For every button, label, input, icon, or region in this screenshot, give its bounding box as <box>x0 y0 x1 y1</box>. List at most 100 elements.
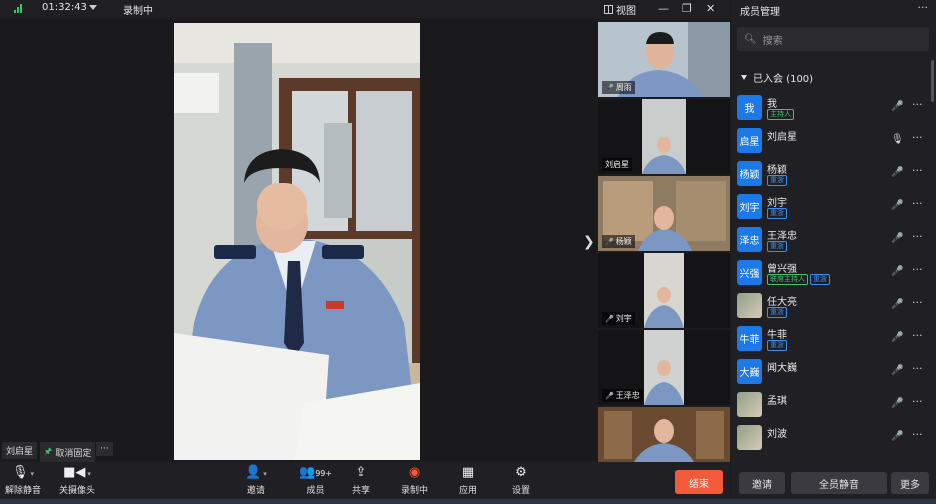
mic-muted-icon[interactable]: 🎤 <box>891 266 903 277</box>
panel-invite-button[interactable]: 邀请 <box>739 472 785 494</box>
member-badges: 重浙 <box>767 340 787 351</box>
mic-muted-icon: 🎤 <box>605 237 614 246</box>
member-badges: 重浙 <box>767 208 787 219</box>
invite-button[interactable]: 👤 ▾ 邀请 <box>245 465 267 496</box>
panel-title: 成员管理 <box>740 7 780 18</box>
member-row[interactable]: 刘宇 刘宇 重浙 🎤 ··· <box>737 192 929 222</box>
role-badge: 重浙 <box>810 274 830 285</box>
member-more-button[interactable]: ··· <box>912 131 923 144</box>
restore-window-icon[interactable]: ❐ <box>682 2 692 15</box>
recording-status[interactable]: 录制中 <box>123 2 153 17</box>
member-row[interactable]: 大巍 闻大巍 🎤 ··· <box>737 357 929 387</box>
member-search-input[interactable]: 🔍︎ 搜索 <box>737 27 929 51</box>
panel-more-options-button[interactable]: 更多 <box>891 472 929 494</box>
role-badge: 重浙 <box>767 307 787 318</box>
gear-icon: ⚙ <box>515 465 527 480</box>
tile-name-tag: 🎤 王泽忠 <box>602 389 643 402</box>
role-badge: 重浙 <box>767 208 787 219</box>
member-more-button[interactable]: ··· <box>912 362 923 375</box>
role-badge: 重浙 <box>767 175 787 186</box>
mic-muted-icon[interactable]: 🎤 <box>891 200 903 211</box>
unmute-button[interactable]: 🎙 ▾ 解除静音 <box>5 465 41 496</box>
member-more-button[interactable]: ··· <box>912 164 923 177</box>
mic-icon[interactable]: 🎙 <box>891 134 904 145</box>
member-row[interactable]: 孟琪 🎤 ··· <box>737 390 929 420</box>
caret-down-icon <box>741 75 747 80</box>
panel-more-button[interactable]: ··· <box>918 1 929 14</box>
camera-off-button[interactable]: ■◀ ▾ 关摄像头 <box>59 465 95 496</box>
mic-muted-icon[interactable]: 🎤 <box>891 167 903 178</box>
settings-button[interactable]: ⚙ 设置 <box>512 465 530 496</box>
avatar: 启星 <box>737 128 762 153</box>
minimize-icon[interactable]: — <box>658 2 669 15</box>
share-button[interactable]: ⇪ 共享 <box>352 465 370 496</box>
member-more-button[interactable]: ··· <box>912 428 923 441</box>
member-more-button[interactable]: ··· <box>912 329 923 342</box>
mic-muted-icon[interactable]: 🎤 <box>891 299 903 310</box>
member-list-scrollbar[interactable] <box>931 60 934 102</box>
grid-view-icon <box>604 5 613 14</box>
member-name: 刘波 <box>767 429 787 440</box>
video-tile[interactable]: 🎤 周雨 <box>598 22 730 97</box>
mic-muted-icon[interactable]: 🎤 <box>891 332 903 343</box>
member-more-button[interactable]: ··· <box>912 98 923 111</box>
member-badges: 主持人 <box>767 109 794 120</box>
member-row[interactable]: 牛菲 牛菲 重浙 🎤 ··· <box>737 324 929 354</box>
members-button[interactable]: 👥99+ 成员 <box>299 465 332 496</box>
member-name: 我 <box>767 99 777 110</box>
video-tile[interactable]: 🎤 杨颖 <box>598 176 730 251</box>
view-label: 视图 <box>616 6 636 17</box>
member-name: 王泽忠 <box>767 231 797 242</box>
mic-muted-icon[interactable]: 🎤 <box>891 233 903 244</box>
member-badges: 重浙 <box>767 307 787 318</box>
stage-more-button[interactable]: ··· <box>96 442 113 456</box>
member-row[interactable]: 杨颖 杨颖 重浙 🎤 ··· <box>737 159 929 189</box>
main-video-feed[interactable] <box>174 23 420 460</box>
member-name: 孟琪 <box>767 396 787 407</box>
chevron-right-icon[interactable]: ❯ <box>583 234 595 250</box>
end-meeting-button[interactable]: 结束 <box>675 470 723 494</box>
search-placeholder: 搜索 <box>762 35 783 47</box>
joined-group-header[interactable]: 已入会 (100) <box>741 70 813 85</box>
member-row[interactable]: 我我主持人 🎤 ··· <box>737 93 929 123</box>
avatar: 牛菲 <box>737 326 762 351</box>
video-tile[interactable]: 🎤 王泽忠 <box>598 330 730 405</box>
camera-icon: ■◀ ▾ <box>63 465 91 480</box>
member-more-button[interactable]: ··· <box>912 230 923 243</box>
member-row[interactable]: 泽忠 王泽忠 重浙 🎤 ··· <box>737 225 929 255</box>
apps-button[interactable]: ▦ 应用 <box>459 465 477 496</box>
mic-muted-icon[interactable]: 🎤 <box>891 431 903 442</box>
avatar <box>737 425 762 450</box>
member-row[interactable]: 刘波 🎤 ··· <box>737 423 929 453</box>
member-row[interactable]: 兴强 曾兴强 联席主持人 重浙 🎤 ··· <box>737 258 929 288</box>
member-name: 刘宇 <box>767 198 787 209</box>
group-label: 已入会 (100) <box>753 74 814 85</box>
recording-button[interactable]: ◉ 录制中 <box>401 465 428 496</box>
member-more-button[interactable]: ··· <box>912 197 923 210</box>
close-window-icon[interactable]: ✕ <box>706 2 715 15</box>
video-tile[interactable]: 刘启星 <box>598 99 730 174</box>
video-tile[interactable] <box>598 407 730 462</box>
unpin-button[interactable]: 🖈 取消固定 <box>40 442 96 462</box>
meeting-timer: 01:32:43 <box>42 2 87 13</box>
member-badges: 联席主持人 重浙 <box>767 274 830 285</box>
pinned-speaker-name: 刘启星 <box>2 442 38 459</box>
mic-muted-icon[interactable]: 🎤 <box>891 398 903 409</box>
mic-muted-icon[interactable]: 🎤 <box>891 365 903 376</box>
mic-muted-icon[interactable]: 🎤 <box>891 101 903 112</box>
timer-chevron-down-icon[interactable] <box>89 5 97 10</box>
video-tile[interactable]: 🎤 刘宇 <box>598 253 730 328</box>
member-row[interactable]: 启星 刘启星 🎙 ··· <box>737 126 929 156</box>
member-more-button[interactable]: ··· <box>912 263 923 276</box>
mic-muted-icon: 🎙 ▾ <box>11 465 35 480</box>
member-more-button[interactable]: ··· <box>912 395 923 408</box>
pin-icon: 🖈 <box>44 447 53 457</box>
mute-all-button[interactable]: 全员静音 <box>791 472 887 494</box>
video-tile-strip: 🎤 周雨 刘启星 🎤 杨颖 🎤 刘宇 🎤 王泽忠 <box>598 22 730 462</box>
view-button[interactable]: 视图 <box>604 2 636 17</box>
member-badges: 重浙 <box>767 175 787 186</box>
members-panel: 成员管理 ··· 🔍︎ 搜索 已入会 (100) 我我主持人 🎤 ··· 启星 刘启星 🎙… <box>731 0 936 504</box>
avatar: 刘宇 <box>737 194 762 219</box>
member-row[interactable]: 任大亮 重浙 🎤 ··· <box>737 291 929 321</box>
member-more-button[interactable]: ··· <box>912 296 923 309</box>
